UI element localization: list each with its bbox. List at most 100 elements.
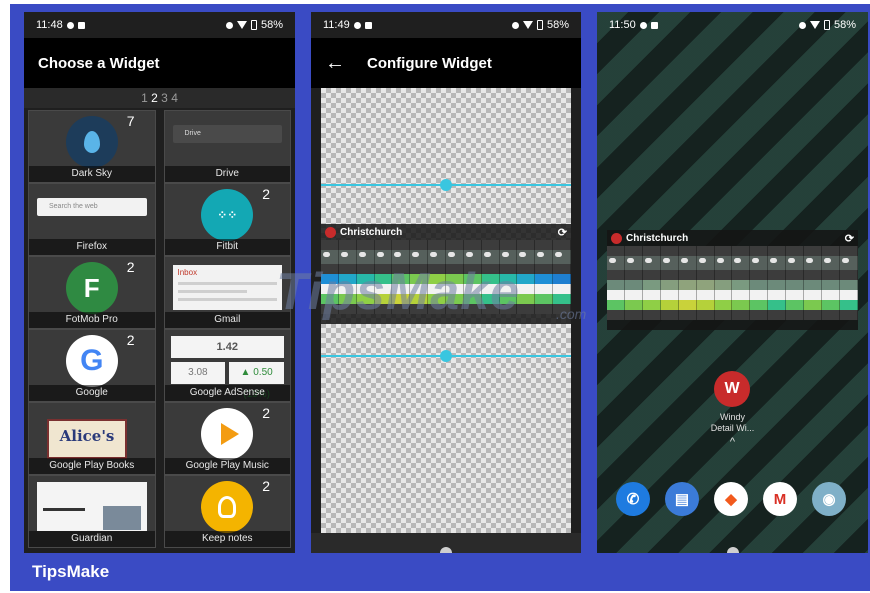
notification-icon [353, 21, 361, 29]
widget-header: Christchurch ⟳ [321, 224, 571, 240]
forecast-hours-row [607, 246, 858, 256]
gmail-inbox-title: Inbox [177, 268, 198, 277]
adsense-change-value: ▲ 0.50 (19%) [229, 362, 284, 400]
signal-icon [809, 21, 820, 29]
forecast-icons-row [607, 256, 858, 270]
widget-guardian[interactable]: Guardian [28, 475, 156, 548]
forecast-hours-row [321, 240, 572, 250]
refresh-icon[interactable]: ⟳ [558, 226, 567, 239]
footer-brand: TipsMake [32, 562, 110, 581]
page-title: Configure Widget [367, 54, 492, 72]
page-4[interactable]: 4 [171, 91, 178, 105]
widget-label: FotMob Pro [29, 312, 155, 328]
adsense-top-value: 1.42 [170, 336, 284, 358]
wifi-icon [225, 21, 233, 29]
widget-count-badge: 2 [126, 259, 135, 275]
watermark-suffix: .com [556, 306, 587, 322]
status-bar: 11:49 58% [311, 12, 581, 38]
widget-drive[interactable]: Drive Drive [163, 110, 291, 183]
gallery-icon [650, 21, 658, 29]
forecast-gust-row [607, 300, 858, 310]
firefox-search-text: Search the web [49, 203, 98, 210]
widget-grid: 7 Dark Sky Drive Drive Search the web Fi… [28, 108, 291, 553]
widget-label: Google [29, 385, 155, 401]
app-bar: ← Configure Widget [311, 38, 581, 88]
resize-handle-top[interactable] [440, 179, 452, 191]
chevron-up-icon[interactable]: ^ [597, 436, 868, 448]
watermark: TipsMake [276, 263, 521, 321]
widget-count-badge: 2 [126, 332, 135, 348]
book-cover: Alice's [47, 419, 127, 459]
status-bar: 11:48 58% [24, 12, 295, 38]
gallery-icon [77, 21, 85, 29]
widget-firefox[interactable]: Search the web Firefox [28, 183, 156, 256]
drive-bar-text: Drive [184, 130, 201, 137]
refresh-icon[interactable]: ⟳ [845, 232, 854, 245]
windy-app-name: Windy [719, 412, 745, 422]
widget-count-badge: 2 [262, 186, 270, 202]
forecast-direction-row [607, 310, 858, 320]
widget-label: Google Play Music [164, 458, 290, 474]
brave-icon[interactable]: ◆ [714, 482, 748, 516]
windy-widget[interactable]: Christchurch ⟳ [607, 230, 858, 330]
forecast-wind-row [607, 290, 858, 300]
windy-logo-icon [611, 232, 622, 244]
widget-keep-notes[interactable]: 2 Keep notes [163, 475, 291, 548]
gallery-icon [364, 21, 372, 29]
battery-percent: 58% [546, 19, 569, 31]
phone-choose-widget: 11:48 58% Choose a Widget 1 2 3 4 7 Dark… [24, 12, 295, 553]
widget-google-adsense[interactable]: 1.42 3.08▲ 0.50 (19%) Google AdSense [163, 329, 291, 402]
windy-app-icon[interactable]: W [714, 371, 750, 407]
google-icon: G [65, 335, 118, 387]
status-time: 11:49 [323, 19, 350, 31]
widget-label: Fitbit [164, 239, 290, 255]
status-bar: 11:50 58% [597, 12, 868, 38]
widget-label: Dark Sky [29, 166, 155, 182]
wifi-icon [511, 21, 519, 29]
page-3[interactable]: 3 [161, 91, 168, 105]
windy-logo-icon [325, 226, 336, 238]
widget-google-play-books[interactable]: Alice's Google Play Books [28, 402, 156, 475]
forecast-precip-row [607, 270, 858, 280]
gmail-icon[interactable]: M [763, 482, 797, 516]
signal-icon [236, 21, 247, 29]
widget-gmail[interactable]: Inbox Gmail [163, 256, 291, 329]
widget-header: Christchurch ⟳ [607, 230, 858, 246]
back-arrow-icon[interactable]: ← [325, 52, 345, 75]
phone-home-screen: 11:50 58% Christchurch ⟳ W Windy Detail … [597, 12, 868, 553]
fotmob-icon: F [65, 262, 118, 314]
adsense-left-value: 3.08 [170, 362, 226, 384]
battery-icon [536, 20, 543, 30]
widget-fotmob[interactable]: F 2 FotMob Pro [28, 256, 156, 329]
widget-label: Keep notes [164, 531, 290, 547]
widget-fitbit[interactable]: ⁘⁘ 2 Fitbit [163, 183, 291, 256]
widget-count-badge: 2 [262, 478, 270, 494]
page-title: Choose a Widget [38, 54, 160, 72]
battery-icon [250, 20, 257, 30]
play-music-icon [201, 408, 254, 460]
widget-google-play-music[interactable]: 2 Google Play Music [163, 402, 291, 475]
widget-label: Google AdSense [164, 385, 290, 401]
battery-percent: 58% [260, 19, 283, 31]
page-1[interactable]: 1 [141, 91, 148, 105]
status-time: 11:50 [609, 19, 636, 31]
notification-icon [639, 21, 647, 29]
status-time: 11:48 [36, 19, 63, 31]
app-bar: Choose a Widget [24, 38, 295, 88]
guardian-preview [37, 482, 147, 531]
messages-icon[interactable]: ▤ [665, 482, 699, 516]
notification-icon [66, 21, 74, 29]
signal-icon [522, 21, 533, 29]
battery-icon [823, 20, 830, 30]
widget-google[interactable]: G 2 Google [28, 329, 156, 402]
firefox-search-preview: Search the web [37, 198, 147, 216]
page-2[interactable]: 2 [151, 91, 158, 105]
gmail-preview: Inbox [172, 265, 282, 310]
resize-handle-bottom[interactable] [440, 350, 452, 362]
phone-icon[interactable]: ✆ [616, 482, 650, 516]
widget-dark-sky[interactable]: 7 Dark Sky [28, 110, 156, 183]
drive-preview-bar: Drive [172, 125, 282, 143]
footer-bar: TipsMake [10, 553, 870, 591]
camera-icon[interactable]: ◉ [812, 482, 846, 516]
widget-label: Firefox [29, 239, 155, 255]
